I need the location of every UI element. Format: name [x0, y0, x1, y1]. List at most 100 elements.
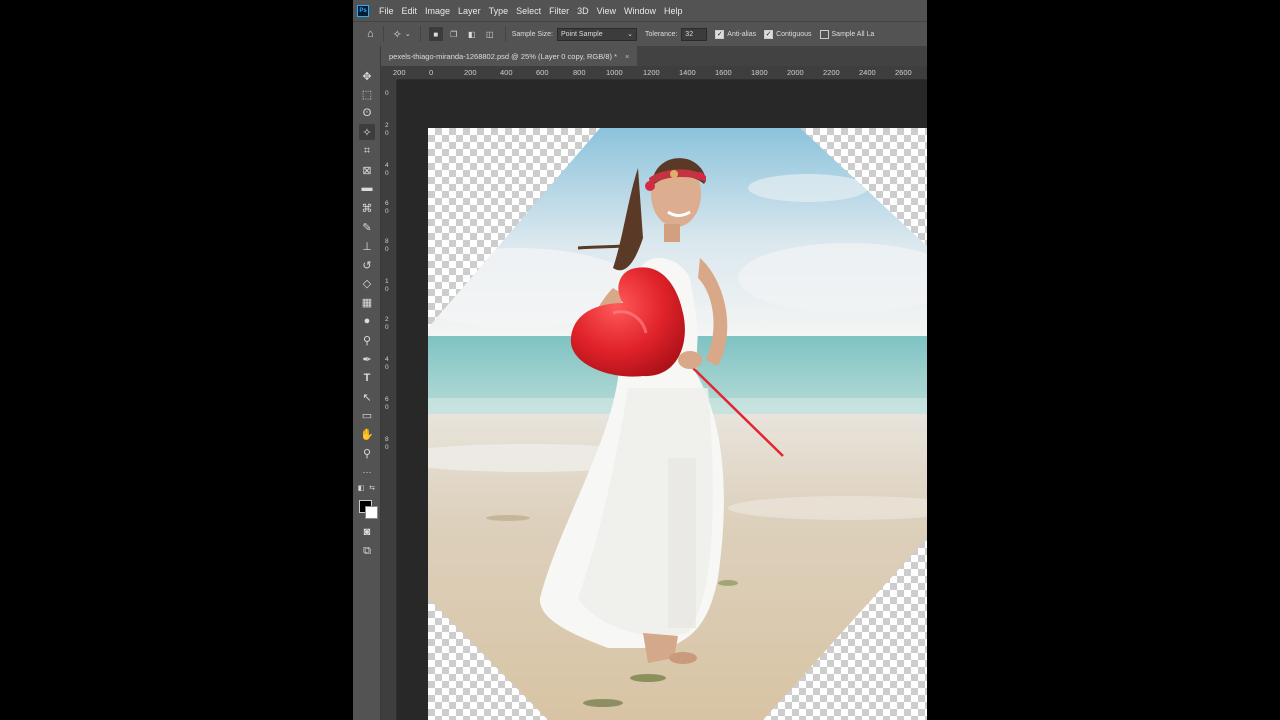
ruler-label: 1800	[751, 68, 768, 77]
swap-colors-icon[interactable]: ⇆	[367, 483, 377, 493]
ruler-label: 200	[393, 68, 406, 77]
marquee-tool-icon[interactable]: ⬚	[359, 86, 375, 102]
ruler-label: 400	[500, 68, 513, 77]
ruler-label: 4	[385, 162, 389, 169]
sample-size-label: Sample Size:	[511, 30, 553, 38]
hand-tool-icon[interactable]: ✋	[359, 426, 375, 442]
beach-photo-layer	[428, 128, 927, 720]
document-canvas[interactable]	[428, 128, 927, 720]
stamp-tool-icon[interactable]: ⊥	[359, 238, 375, 254]
ruler-label: 6	[385, 396, 389, 403]
menu-type[interactable]: Type	[485, 6, 513, 16]
ruler-label: 0	[385, 130, 389, 137]
menu-bar: Ps File Edit Image Layer Type Select Fil…	[353, 0, 927, 21]
close-icon[interactable]: ×	[625, 52, 629, 61]
type-tool-icon[interactable]: T	[359, 370, 375, 386]
frame-tool-icon[interactable]: ⊠	[359, 162, 375, 178]
default-colors-icon[interactable]: ◧	[356, 483, 366, 493]
quick-mask-icon[interactable]: ◙	[359, 524, 375, 540]
document-tab-title: pexels-thiago-miranda-1268802.psd @ 25% …	[389, 51, 618, 61]
document-tab-bar: pexels-thiago-miranda-1268802.psd @ 25% …	[381, 46, 927, 66]
blur-tool-icon[interactable]: ●	[359, 313, 375, 329]
ruler-label: 0	[385, 90, 389, 97]
rectangle-tool-icon[interactable]: ▭	[359, 407, 375, 423]
anti-alias-checkbox[interactable]: ✓ Anti-alias	[715, 29, 757, 39]
menu-filter[interactable]: Filter	[545, 6, 573, 16]
eraser-tool-icon[interactable]: ◇	[359, 275, 375, 291]
canvas-area[interactable]	[397, 80, 927, 720]
menu-edit[interactable]: Edit	[398, 6, 422, 16]
ruler-label: 0	[429, 68, 434, 77]
ruler-label: 0	[385, 246, 389, 253]
sample-all-layers-label: Sample All La	[831, 30, 875, 38]
ruler-tool-icon[interactable]: ▬	[359, 180, 375, 196]
ruler-label: 2	[385, 122, 389, 129]
lasso-tool-icon[interactable]: ʘ	[359, 105, 375, 121]
background-color-swatch[interactable]	[365, 506, 378, 519]
ruler-label: 0	[385, 364, 389, 371]
chevron-down-icon: ⌄	[627, 31, 633, 38]
contiguous-label: Contiguous	[776, 30, 812, 38]
ruler-label: 8	[385, 436, 389, 443]
menu-3d[interactable]: 3D	[573, 6, 593, 16]
ruler-label: 1600	[715, 68, 732, 77]
tools-panel: ✥ ⬚ ʘ ✧ ⌗ ⊠ ▬ ⌘ ✎ ⊥ ↺ ◇ ▦ ● ⚲ ✒ T ↖ ▭ ✋ …	[353, 46, 381, 720]
magic-wand-tool-icon[interactable]: ✧	[359, 124, 375, 140]
ruler-label: 1	[385, 278, 389, 285]
photoshop-window: Ps File Edit Image Layer Type Select Fil…	[353, 0, 927, 720]
menu-image[interactable]: Image	[421, 6, 454, 16]
move-tool-icon[interactable]: ✥	[359, 68, 375, 84]
menu-layer[interactable]: Layer	[454, 6, 485, 16]
sample-size-value: Point Sample	[561, 30, 603, 38]
ruler-label: 2	[385, 316, 389, 323]
ruler-label: 1200	[643, 68, 660, 77]
contiguous-checkbox[interactable]: ✓ Contiguous	[764, 29, 812, 39]
chevron-down-icon[interactable]: ⌄	[405, 30, 411, 38]
subtract-from-selection-button[interactable]: ◧	[465, 27, 479, 41]
menu-view[interactable]: View	[593, 6, 620, 16]
path-selection-tool-icon[interactable]: ↖	[359, 389, 375, 405]
tool-preset-magic-wand-icon[interactable]: ✧	[393, 28, 402, 41]
divider	[419, 26, 421, 42]
tolerance-field[interactable]: 32	[681, 27, 708, 41]
intersect-selection-button[interactable]: ◫	[483, 27, 497, 41]
menu-window[interactable]: Window	[620, 6, 660, 16]
gradient-tool-icon[interactable]: ▦	[359, 294, 375, 310]
ruler-label: 0	[385, 208, 389, 215]
pen-tool-icon[interactable]: ✒	[359, 351, 375, 367]
dodge-tool-icon[interactable]: ⚲	[359, 332, 375, 348]
sample-all-layers-checkbox[interactable]: Sample All La	[819, 29, 875, 39]
divider	[504, 26, 506, 42]
ruler-label: 2400	[859, 68, 876, 77]
sample-size-select[interactable]: Point Sample ⌄	[557, 27, 637, 41]
ruler-label: 4	[385, 356, 389, 363]
photoshop-logo-icon[interactable]: Ps	[357, 4, 369, 17]
checkmark-icon: ✓	[715, 29, 725, 39]
unchecked-box-icon	[819, 29, 829, 39]
home-icon[interactable]: ⌂	[367, 28, 374, 40]
divider	[382, 26, 384, 42]
screen-mode-icon[interactable]: ⧉	[359, 543, 375, 559]
ruler-label: 8	[385, 238, 389, 245]
options-bar: ⌂ ✧ ⌄ ■ ❐ ◧ ◫ Sample Size: Point Sample …	[353, 21, 927, 46]
new-selection-button[interactable]: ■	[428, 27, 443, 41]
menu-help[interactable]: Help	[660, 6, 687, 16]
anti-alias-label: Anti-alias	[727, 30, 757, 38]
brush-tool-icon[interactable]: ✎	[359, 219, 375, 235]
horizontal-ruler[interactable]: 200 0 200 400 600 800 1000 1200 1400 160…	[393, 66, 927, 80]
document-tab[interactable]: pexels-thiago-miranda-1268802.psd @ 25% …	[381, 46, 638, 66]
add-to-selection-button[interactable]: ❐	[447, 27, 461, 41]
ruler-label: 2600	[895, 68, 912, 77]
ruler-label: 0	[385, 324, 389, 331]
menu-file[interactable]: File	[375, 6, 398, 16]
more-tools-icon[interactable]: ···	[359, 464, 375, 480]
menu-select[interactable]: Select	[512, 6, 545, 16]
vertical-ruler[interactable]: 0 2 0 4 0 6 0 8 0 1 0 2 0 4 0 6 0 8 0	[381, 80, 397, 720]
crop-tool-icon[interactable]: ⌗	[359, 143, 375, 159]
healing-brush-tool-icon[interactable]: ⌘	[359, 200, 375, 216]
ruler-label: 2200	[823, 68, 840, 77]
history-brush-tool-icon[interactable]: ↺	[359, 257, 375, 273]
ruler-label: 0	[385, 444, 389, 451]
checkmark-icon: ✓	[764, 29, 774, 39]
zoom-tool-icon[interactable]: ⚲	[359, 445, 375, 461]
